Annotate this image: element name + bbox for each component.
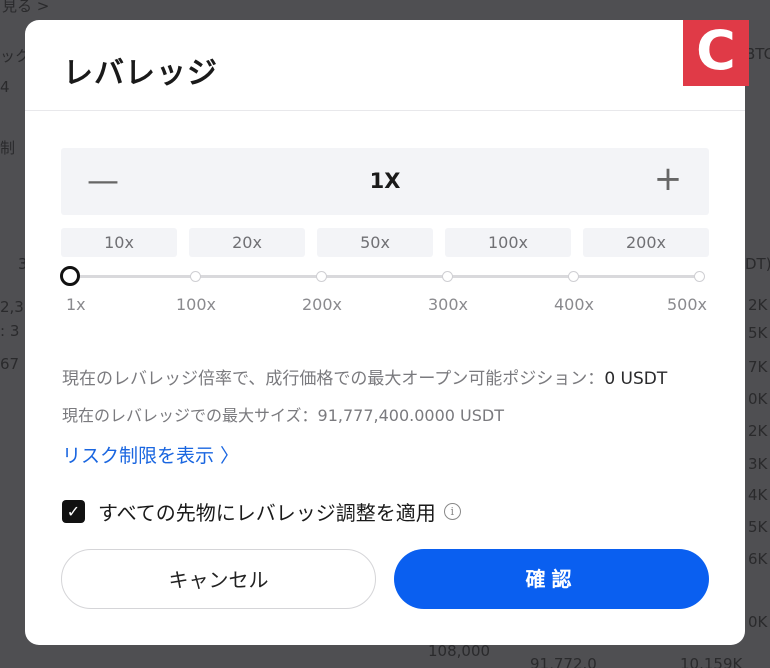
background-text: 0K [748, 613, 768, 631]
background-text: 見る > [2, 0, 50, 15]
background-text: 2K [748, 422, 768, 440]
background-text: 67 [0, 355, 20, 373]
preset-200x[interactable]: 200x [583, 228, 709, 257]
slider-label: 1x [66, 295, 86, 314]
slider-tick[interactable] [190, 271, 201, 282]
max-open-label: 現在のレバレッジ倍率で、成行価格での最大オープン可能ポジション： [62, 369, 605, 389]
risk-limit-link[interactable]: リスク制限を表示 〉 [62, 441, 239, 468]
preset-50x[interactable]: 50x [317, 228, 433, 257]
max-size-info: 現在のレバレッジでの最大サイズ：91,777,400.0000 USDT [62, 402, 504, 426]
slider-track[interactable] [69, 275, 701, 278]
slider-tick[interactable] [316, 271, 327, 282]
slider-handle[interactable] [60, 266, 80, 286]
background-text: 4K [748, 486, 768, 504]
apply-all-label[interactable]: すべての先物にレバレッジ調整を適用 [98, 497, 436, 526]
info-icon[interactable]: i [443, 502, 461, 520]
plus-icon[interactable]: + [653, 162, 683, 196]
confirm-button[interactable]: 確認 [394, 549, 709, 609]
dialog-title: レバレッジ [63, 56, 218, 91]
cancel-button[interactable]: キャンセル [61, 549, 376, 609]
max-open-value: 0 USDT [604, 369, 668, 389]
slider-label: 300x [428, 295, 469, 314]
background-text: 6K [748, 550, 768, 568]
background-text: 91,772.0 [530, 655, 597, 668]
leverage-presets: 10x 20x 50x 100x 200x [61, 228, 711, 257]
site-logo: C [683, 20, 749, 86]
slider-tick[interactable] [694, 271, 705, 282]
max-size-label: 現在のレバレッジでの最大サイズ： [62, 406, 318, 425]
background-text: DT) [745, 255, 770, 273]
leverage-stepper: — 1X + [61, 148, 709, 215]
apply-all-checkbox[interactable]: ✓ [62, 499, 85, 523]
slider-label: 400x [554, 295, 595, 314]
background-text: 0K [748, 390, 768, 408]
apply-all-row: ✓ すべての先物にレバレッジ調整を適用 i [62, 497, 461, 526]
slider-label: 100x [176, 295, 217, 314]
background-text: 4 [0, 78, 10, 96]
max-open-position-info: 現在のレバレッジ倍率で、成行価格での最大オープン可能ポジション：0 USDT [62, 364, 667, 389]
slider-tick[interactable] [568, 271, 579, 282]
background-text: 制 [0, 139, 16, 157]
preset-10x[interactable]: 10x [61, 228, 177, 257]
background-text: 10.159K [680, 655, 743, 668]
background-text: 2K [748, 296, 768, 314]
preset-100x[interactable]: 100x [445, 228, 571, 257]
leverage-dialog: レバレッジ ✕ — 1X + 10x 20x 50x 100x 200x 1x … [25, 20, 745, 645]
background-text: : 3 [0, 322, 20, 340]
slider-label: 200x [302, 295, 343, 314]
background-text: 5K [748, 324, 768, 342]
background-text: 7K [748, 358, 768, 376]
background-text: 3K [748, 455, 768, 473]
slider-tick[interactable] [442, 271, 453, 282]
background-text: 5K [748, 518, 768, 536]
preset-20x[interactable]: 20x [189, 228, 305, 257]
max-size-value: 91,777,400.0000 USDT [317, 406, 504, 425]
logo-letter: C [696, 19, 736, 82]
leverage-slider[interactable] [60, 266, 705, 286]
slider-label: 500x [667, 295, 708, 314]
dialog-header: レバレッジ ✕ [25, 20, 745, 111]
leverage-value[interactable]: 1X [61, 169, 709, 193]
